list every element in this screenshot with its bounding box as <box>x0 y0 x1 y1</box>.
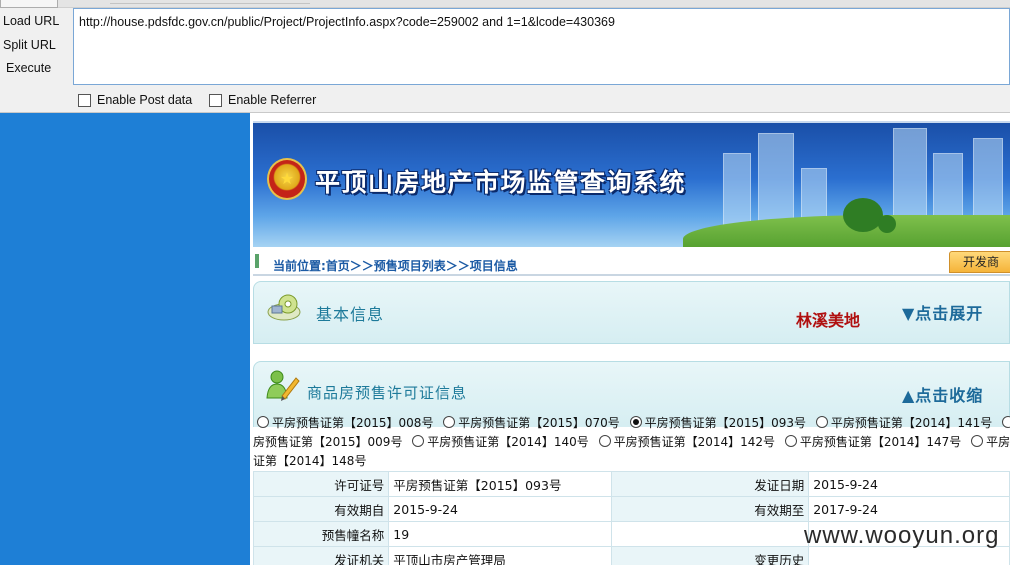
building-label: 预售幢名称 <box>252 521 390 547</box>
breadcrumb[interactable]: 当前位置:首页＞＞预售项目列表＞＞项目信息 <box>273 257 518 274</box>
national-emblem-icon: ★ <box>267 158 307 200</box>
authority-label: 发证机关 <box>252 546 390 565</box>
basic-info-panel: 基本信息 林溪美地 ▼点击展开 <box>253 281 1010 344</box>
cd-icon <box>267 294 301 321</box>
banner-tree <box>878 215 896 233</box>
enable-referrer-label: Enable Referrer <box>228 93 317 107</box>
checkbox-box[interactable] <box>209 93 222 107</box>
cert-label[interactable]: 平房预售证第【2014】140号 <box>427 435 588 449</box>
enable-referrer-checkbox[interactable]: Enable Referrer <box>209 92 316 108</box>
radio-row: 平房预售证第【2015】008号 平房预售证第【2015】070号 平房预售证第… <box>253 414 1010 433</box>
table-row: 许可证号 平房预售证第【2015】093号 发证日期 2015-9-24 <box>252 471 1010 497</box>
enable-post-label: Enable Post data <box>97 93 193 107</box>
cert-label[interactable]: 平房预售证第【2015】070号 <box>458 416 619 430</box>
url-input[interactable]: http://house.pdsfdc.gov.cn/public/Projec… <box>73 8 1010 85</box>
site-banner: ★ 平顶山房地产市场监管查询系统 <box>253 121 1010 247</box>
cert-label[interactable]: 平房预售证第【2015】008号 <box>272 416 433 430</box>
toolbar-partial-button[interactable] <box>0 0 58 8</box>
permit-no-value: 平房预售证第【2015】093号 <box>388 471 612 497</box>
tab-developer[interactable]: 开发商 <box>949 251 1010 273</box>
web-page: ★ 平顶山房地产市场监管查询系统 当前位置:首页＞＞预售项目列表＞＞项目信息 开… <box>250 113 1010 565</box>
split-url-button[interactable]: Split URL <box>3 35 65 55</box>
cert-radio[interactable] <box>784 435 797 447</box>
enable-post-checkbox[interactable]: Enable Post data <box>78 92 192 108</box>
collapse-toggle[interactable]: ▲点击收缩 <box>902 382 983 406</box>
issue-date-label: 发证日期 <box>610 471 810 497</box>
history-label: 变更历史 <box>610 546 810 565</box>
presale-permit-title: 商品房预售许可证信息 <box>307 384 468 402</box>
permit-radio-list: 平房预售证第【2015】008号 平房预售证第【2015】070号 平房预售证第… <box>253 414 1010 471</box>
url-text: http://house.pdsfdc.gov.cn/public/Projec… <box>79 15 615 29</box>
valid-from-value: 2015-9-24 <box>388 496 612 522</box>
cert-radio-selected[interactable] <box>629 416 642 428</box>
cert-radio[interactable] <box>1002 416 1010 428</box>
authority-value: 平顶山市房产管理局 <box>388 546 612 565</box>
cert-radio[interactable] <box>257 416 269 428</box>
toolbar-top-strip <box>0 0 1010 8</box>
valid-from-label: 有效期自 <box>252 496 390 522</box>
cert-radio[interactable] <box>815 416 828 428</box>
load-url-button[interactable]: Load URL <box>3 11 65 31</box>
basic-info-title: 基本信息 <box>316 305 385 324</box>
watermark: www.wooyun.org <box>804 522 1000 549</box>
building-value: 19 <box>388 521 612 547</box>
permit-details-table: 许可证号 平房预售证第【2015】093号 发证日期 2015-9-24 有效期… <box>252 471 1010 565</box>
issue-date-value: 2015-9-24 <box>808 471 1010 497</box>
cert-label[interactable]: 证第【2014】148号 <box>253 454 366 468</box>
site-title: 平顶山房地产市场监管查询系统 <box>315 168 687 197</box>
cert-label[interactable]: 平房预售证第【2014】141号 <box>831 416 992 430</box>
valid-to-label: 有效期至 <box>610 496 810 522</box>
table-row: 有效期自 2015-9-24 有效期至 2017-9-24 <box>252 496 1010 522</box>
hackbar-toolbar: Load URL Split URL Execute http://house.… <box>0 0 1010 113</box>
cert-label[interactable]: 平房预售证第【2015】093号 <box>645 416 806 430</box>
cert-label[interactable]: 平房预售证第【2014】147号 <box>800 435 961 449</box>
cert-radio[interactable] <box>598 435 611 447</box>
breadcrumb-marker <box>255 254 259 268</box>
radio-row: 房预售证第【2015】009号 平房预售证第【2014】140号 平房预售证第【… <box>253 433 1010 452</box>
permit-no-label: 许可证号 <box>252 471 390 497</box>
cert-label[interactable]: 房预售证第【2015】009号 <box>253 435 402 449</box>
cert-radio[interactable] <box>443 416 456 428</box>
radio-row: 证第【2014】148号 <box>253 452 1010 471</box>
cert-radio[interactable] <box>971 435 984 447</box>
empty-cell <box>610 521 809 547</box>
cert-label[interactable]: 平房预 <box>986 435 1010 449</box>
project-name: 林溪美地 <box>796 311 861 330</box>
banner-tree <box>843 198 883 232</box>
execute-button[interactable]: Execute <box>6 58 68 78</box>
user-edit-icon <box>266 370 300 401</box>
breadcrumb-bar: 当前位置:首页＞＞预售项目列表＞＞项目信息 开发商 <box>253 250 1010 276</box>
cert-radio[interactable] <box>412 435 425 447</box>
cert-label[interactable]: 平房预售证第【2014】142号 <box>614 435 775 449</box>
toolbar-separator <box>110 0 310 4</box>
valid-to-value: 2017-9-24 <box>808 496 1010 522</box>
checkbox-box[interactable] <box>78 93 91 107</box>
expand-toggle[interactable]: ▼点击展开 <box>902 300 983 324</box>
